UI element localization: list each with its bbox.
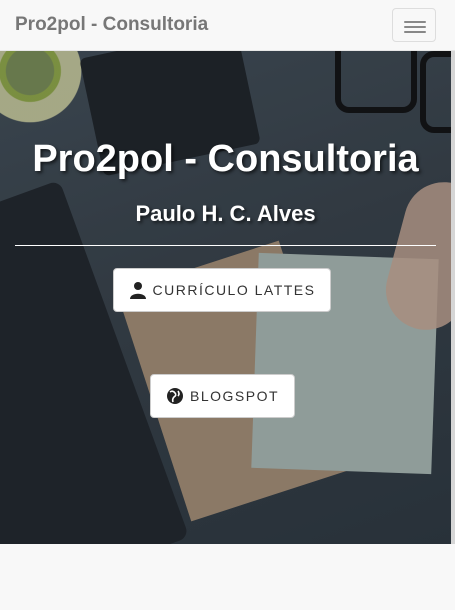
blogspot-label: BLOGSPOT xyxy=(189,388,280,404)
curriculo-lattes-label: CURRÍCULO LATTES xyxy=(152,282,316,298)
hero-subtitle: Paulo H. C. Alves xyxy=(135,201,316,226)
blogspot-button[interactable]: BLOGSPOT xyxy=(150,374,295,418)
hero-title: Pro2pol - Consultoria xyxy=(32,138,419,180)
navbar: Pro2pol - Consultoria xyxy=(0,0,455,51)
scrollbar[interactable] xyxy=(451,51,455,544)
hamburger-menu-icon xyxy=(404,21,426,23)
user-icon xyxy=(129,282,146,299)
navbar-brand[interactable]: Pro2pol - Consultoria xyxy=(15,14,208,36)
globe-icon xyxy=(166,388,183,404)
hero-section: Pro2pol - Consultoria Paulo H. C. Alves … xyxy=(0,51,451,544)
curriculo-lattes-button[interactable]: CURRÍCULO LATTES xyxy=(113,268,331,312)
navbar-toggle-button[interactable] xyxy=(392,8,436,42)
hero-divider xyxy=(15,245,436,246)
